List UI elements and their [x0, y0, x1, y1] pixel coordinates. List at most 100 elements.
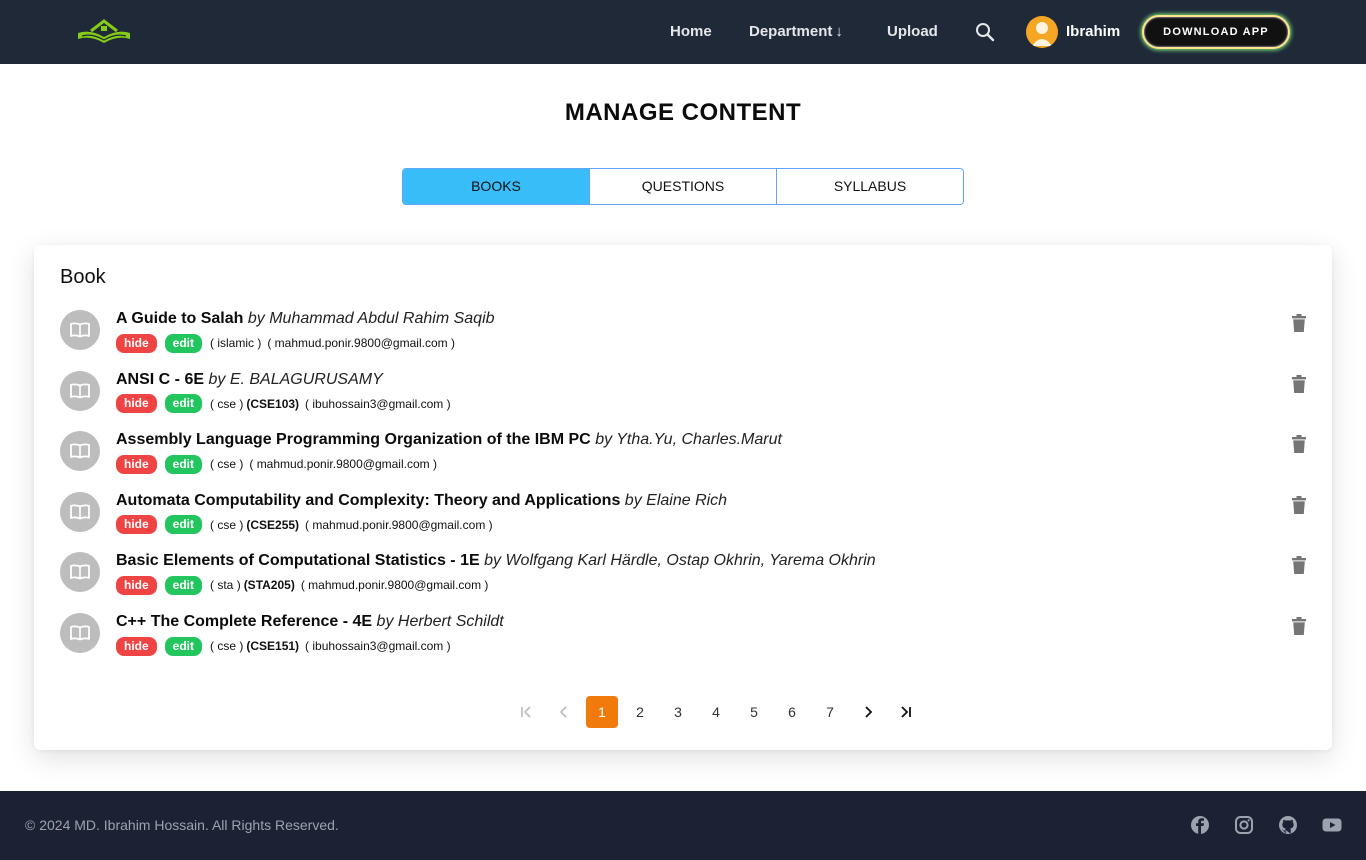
edit-button[interactable]: edit [164, 575, 203, 595]
book-course-code: (STA205) [243, 578, 295, 593]
book-department: ( islamic ) [210, 336, 262, 350]
footer: © 2024 MD. Ibrahim Hossain. All Rights R… [0, 791, 1366, 860]
nav-department-link[interactable]: Department ↓ [749, 23, 843, 41]
trash-icon[interactable] [1288, 615, 1310, 637]
nav-upload-link[interactable]: Upload [887, 23, 938, 41]
hide-button[interactable]: hide [116, 575, 157, 595]
content-tabs: BOOKS QUESTIONS SYLLABUS [402, 168, 964, 205]
book-author: by Elaine Rich [624, 491, 728, 509]
trash-icon[interactable] [1288, 433, 1310, 455]
open-book-icon [60, 613, 100, 653]
card-title: Book [60, 266, 106, 288]
tab-syllabus[interactable]: SYLLABUS [776, 169, 963, 204]
edit-button[interactable]: edit [164, 454, 203, 474]
download-app-button[interactable]: DOWNLOAD APP [1142, 15, 1290, 49]
facebook-icon[interactable] [1190, 815, 1210, 835]
edit-button[interactable]: edit [164, 636, 203, 656]
page-button-3[interactable]: 3 [662, 696, 694, 728]
book-author: by Herbert Schildt [376, 613, 504, 630]
book-title-line: C++ The Complete Reference - 4E by Herbe… [116, 612, 504, 632]
book-department: ( sta ) [210, 578, 241, 593]
tab-questions[interactable]: QUESTIONS [589, 169, 776, 204]
youtube-icon[interactable] [1322, 815, 1342, 835]
trash-icon[interactable] [1288, 312, 1310, 334]
book-course-code: (CSE255) [246, 517, 300, 532]
edit-button[interactable]: edit [164, 394, 203, 414]
page-button-5[interactable]: 5 [738, 696, 770, 728]
user-name[interactable]: Ibrahim [1066, 23, 1120, 41]
trash-icon[interactable] [1288, 494, 1310, 516]
open-book-icon [60, 491, 100, 532]
hide-button[interactable]: hide [116, 454, 157, 474]
book-meta: hide edit ( cse ) ( mahmud.ponir.9800@gmail… [116, 454, 437, 474]
book-meta: hide edit ( cse ) (CSE103) ( ibuhossain3@gma… [116, 394, 451, 414]
open-book-icon [60, 552, 100, 593]
arrow-down-icon: ↓ [835, 23, 843, 40]
open-book-icon [60, 431, 100, 472]
edit-button[interactable]: edit [164, 515, 203, 535]
book-title[interactable]: Automata Computability and Complexity: T… [116, 492, 620, 509]
top-navbar: Home Department ↓ Upload Ibrahim DOWNLOAD… [0, 0, 1366, 64]
previous-page-icon[interactable] [548, 696, 580, 728]
book-title[interactable]: A Guide to Salah [116, 310, 243, 327]
book-title-line: A Guide to Salah by Muhammad Abdul Rahim… [116, 309, 495, 329]
edit-button[interactable]: edit [164, 333, 203, 353]
hide-button[interactable]: hide [116, 515, 157, 535]
uploader-email: ( mahmud.ponir.9800@gmail.com ) [300, 578, 489, 593]
book-row: Basic Elements of Computational Statisti… [60, 552, 1310, 602]
book-department: ( cse ) [210, 396, 244, 411]
book-title[interactable]: Assembly Language Programming Organizati… [116, 431, 591, 448]
book-row: A Guide to Salah by Muhammad Abdul Rahim… [60, 310, 1310, 360]
page-button-6[interactable]: 6 [776, 696, 808, 728]
book-meta: hide edit ( sta ) (STA205) ( mahmud.ponir.98… [116, 575, 488, 595]
book-title[interactable]: ANSI C - 6E [116, 371, 204, 388]
book-row: C++ The Complete Reference - 4E by Herbe… [60, 613, 1310, 663]
book-row: Assembly Language Programming Organizati… [60, 431, 1310, 481]
search-icon[interactable] [975, 22, 995, 42]
open-book-icon [60, 370, 100, 411]
book-author: by Muhammad Abdul Rahim Saqib [247, 310, 495, 327]
page-button-2[interactable]: 2 [624, 696, 656, 728]
book-row: Automata Computability and Complexity: T… [60, 491, 1310, 542]
page-button-7[interactable]: 7 [814, 696, 846, 728]
uploader-email: ( mahmud.ponir.9800@gmail.com ) [249, 457, 437, 472]
book-row: ANSI C - 6E by E. BALAGURUSAMY hide edit ( … [60, 370, 1310, 421]
uploader-email: ( ibuhossain3@gmail.com ) [305, 396, 451, 411]
book-meta: hide edit ( islamic ) ( mahmud.ponir.9800@g… [116, 333, 455, 353]
book-meta: hide edit ( cse ) (CSE255) ( mahmud.ponir.98… [116, 515, 493, 535]
book-author: by E. BALAGURUSAMY [208, 370, 383, 388]
uploader-email: ( mahmud.ponir.9800@gmail.com ) [305, 517, 493, 532]
open-book-icon [60, 310, 100, 350]
book-title-line: ANSI C - 6E by E. BALAGURUSAMY [116, 370, 383, 390]
next-page-icon[interactable] [852, 696, 884, 728]
book-title[interactable]: C++ The Complete Reference - 4E [116, 613, 372, 630]
copyright-text: © 2024 MD. Ibrahim Hossain. All Rights R… [25, 817, 339, 833]
book-title-line: Assembly Language Programming Organizati… [116, 430, 782, 450]
hide-button[interactable]: hide [116, 636, 157, 656]
tab-books[interactable]: BOOKS [403, 169, 589, 204]
book-department: ( cse ) [210, 517, 244, 532]
trash-icon[interactable] [1288, 554, 1310, 576]
user-avatar-icon[interactable] [1026, 16, 1058, 48]
book-author: by Ytha.Yu, Charles.Marut [595, 431, 782, 449]
book-department: ( cse ) [210, 639, 244, 653]
uploader-email: ( ibuhossain3@gmail.com ) [305, 639, 451, 653]
trash-icon[interactable] [1288, 373, 1310, 395]
hide-button[interactable]: hide [116, 333, 157, 353]
first-page-icon[interactable] [510, 696, 542, 728]
book-course-code: (CSE151) [246, 639, 300, 653]
book-department: ( cse ) [210, 457, 244, 472]
instagram-icon[interactable] [1234, 815, 1254, 835]
book-list-card: Book A Guide to Salah by Muhammad Abdul … [34, 245, 1332, 750]
page-button-1[interactable]: 1 [586, 696, 618, 728]
nav-home-link[interactable]: Home [670, 23, 712, 41]
nav-department-label: Department [749, 23, 833, 40]
last-page-icon[interactable] [890, 696, 922, 728]
github-icon[interactable] [1278, 815, 1298, 835]
book-house-logo[interactable] [76, 17, 132, 47]
book-title[interactable]: Basic Elements of Computational Statisti… [116, 552, 480, 569]
page-title: MANAGE CONTENT [564, 99, 802, 126]
pagination: 1 2 3 4 5 6 7 [510, 696, 928, 728]
page-button-4[interactable]: 4 [700, 696, 732, 728]
hide-button[interactable]: hide [116, 394, 157, 414]
